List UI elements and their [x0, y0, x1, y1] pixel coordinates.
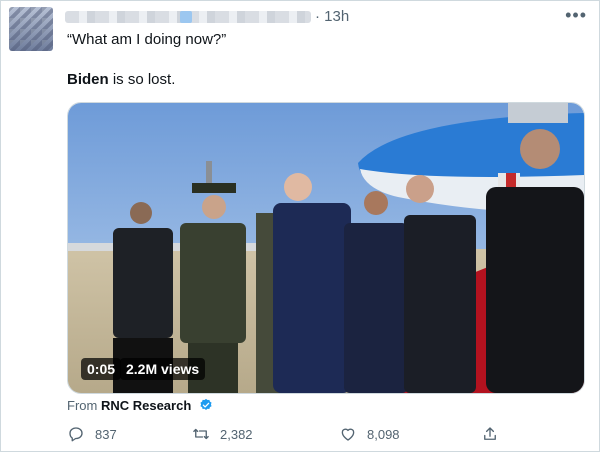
like-count: 8,098 — [367, 426, 400, 442]
tweet-text-rest: is so lost. — [108, 71, 176, 88]
like-button[interactable]: 8,098 — [339, 425, 400, 443]
video-player[interactable]: 0:05 2.2M views — [67, 102, 585, 394]
tweet-text-bold-name: Biden — [67, 71, 109, 88]
blurred-author-badge — [180, 11, 192, 23]
source-attribution: From RNC Research — [67, 398, 213, 413]
tweet-actions-bar: 837 2,382 8,098 — [67, 425, 583, 447]
reply-count: 837 — [95, 426, 117, 442]
video-frame — [68, 103, 584, 393]
share-button[interactable] — [481, 425, 499, 443]
video-duration-badge: 0:05 — [81, 358, 122, 380]
more-horizontal-icon[interactable]: ••• — [565, 5, 587, 26]
retweet-button[interactable]: 2,382 — [192, 425, 253, 443]
heart-icon — [341, 428, 355, 441]
tweet-card[interactable]: · 13h ••• “What am I doing now?” Biden i… — [0, 0, 600, 452]
tweet-text-line-2: Biden is so lost. — [67, 71, 175, 88]
source-prefix: From — [67, 398, 101, 413]
source-name-link[interactable]: RNC Research — [101, 398, 191, 413]
reply-button[interactable]: 837 — [67, 425, 117, 443]
verified-badge-icon — [200, 398, 212, 410]
avatar[interactable] — [9, 7, 53, 51]
blurred-author-name[interactable] — [65, 11, 311, 23]
share-icon — [484, 427, 496, 440]
retweet-count: 2,382 — [220, 426, 253, 442]
tweet-timestamp[interactable]: · 13h — [315, 8, 349, 25]
retweet-icon — [193, 428, 209, 440]
video-views-badge: 2.2M views — [120, 358, 206, 380]
tweet-text-line-1: “What am I doing now?” — [67, 31, 227, 48]
reply-icon — [69, 427, 83, 442]
